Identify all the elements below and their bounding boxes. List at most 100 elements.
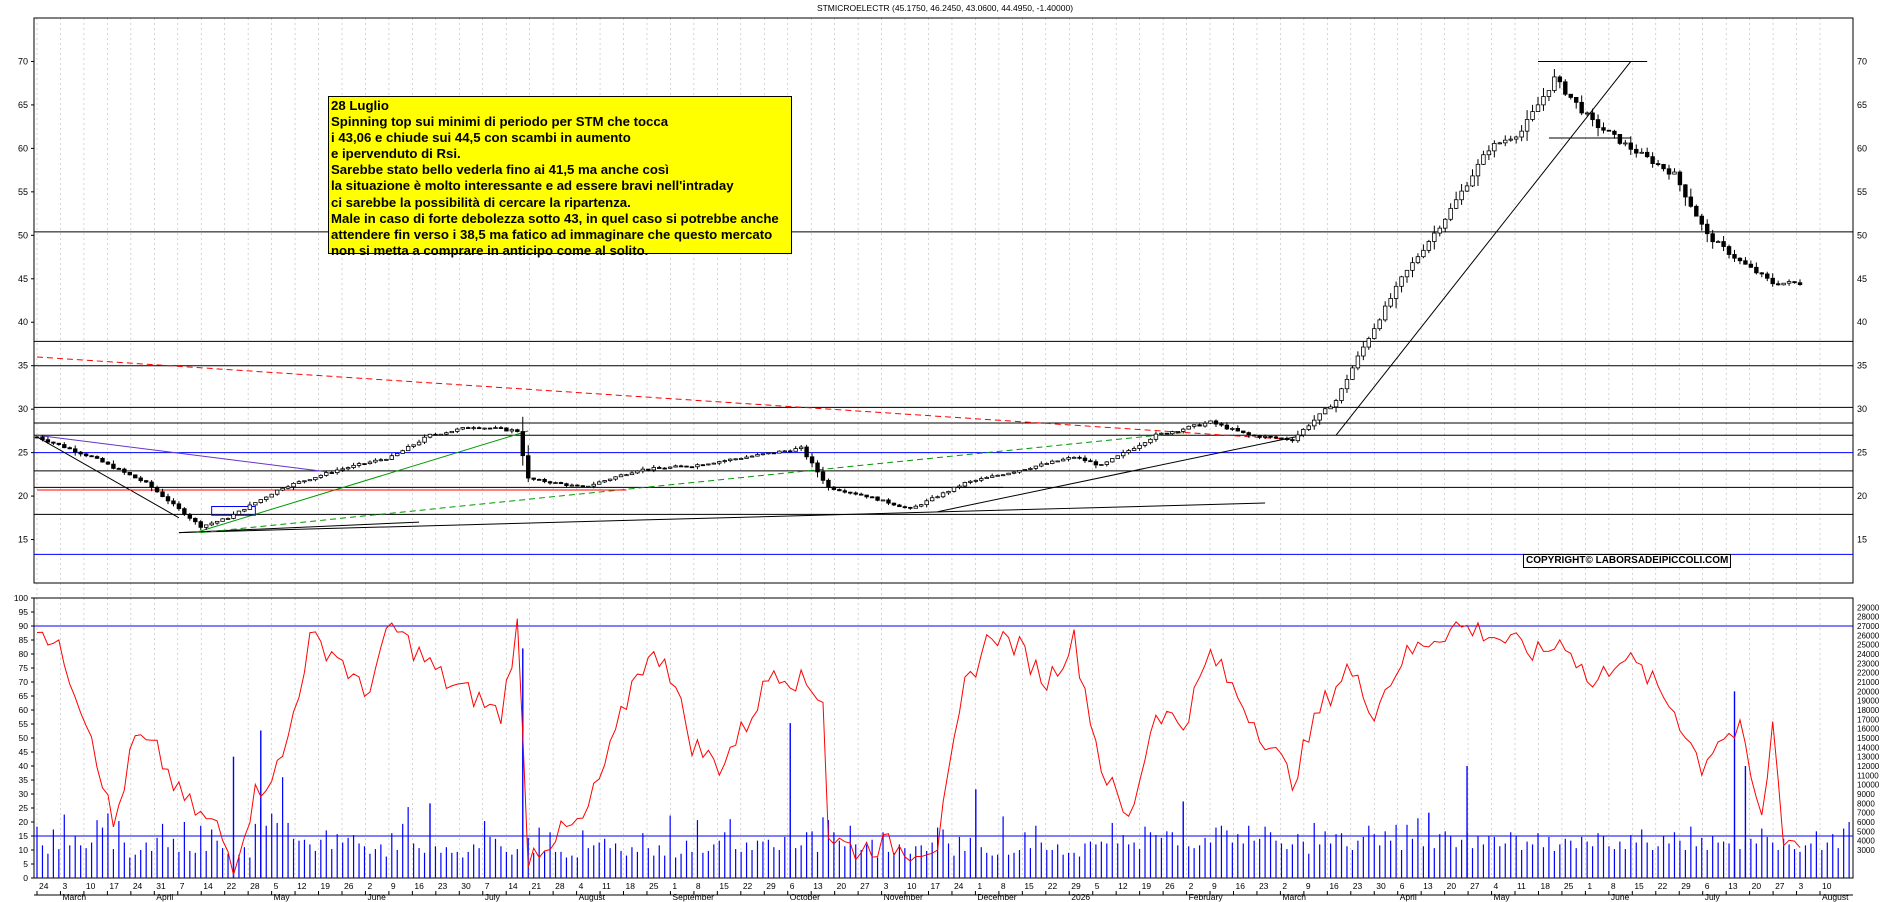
candle-body (1644, 151, 1650, 158)
candle-body (1055, 460, 1060, 463)
candle-body (1197, 424, 1202, 427)
trend-line (937, 434, 1304, 513)
date-tick-label: 10 (1822, 881, 1832, 891)
candle-body (1737, 257, 1743, 262)
candle-body (433, 433, 438, 436)
candle-body (1011, 471, 1017, 474)
trend-line (195, 430, 529, 534)
candle-body (487, 427, 493, 430)
volume-tick-label: 18000 (1857, 706, 1880, 715)
note-line: 28 Luglio (331, 98, 389, 113)
date-tick-label: 12 (1118, 881, 1128, 891)
date-tick-label: 15 (719, 881, 729, 891)
volume-tick-label: 17000 (1857, 715, 1880, 724)
date-tick-label: 10 (907, 881, 917, 891)
candle-body (1726, 246, 1732, 255)
price-tick-label: 15 (18, 535, 28, 545)
volume-tick-label: 26000 (1857, 631, 1880, 640)
candle-body (1246, 432, 1251, 436)
volume-tick-label: 25000 (1857, 641, 1880, 650)
candle-body (176, 503, 182, 510)
volume-tick-label: 20000 (1857, 687, 1880, 696)
candle-body (209, 522, 214, 526)
month-label: 2026 (1071, 892, 1090, 902)
candle-body (1699, 215, 1704, 225)
candle-body (1186, 425, 1191, 430)
date-tick-label: 20 (1752, 881, 1762, 891)
candle-body (1623, 142, 1628, 145)
candle-body (640, 468, 646, 472)
candle-body (831, 486, 837, 490)
date-tick-label: 5 (1095, 881, 1100, 891)
candle-body (1721, 241, 1726, 247)
candle-body (460, 427, 465, 430)
candle-body (1475, 163, 1481, 177)
candle-body (411, 444, 416, 447)
candle-body (400, 450, 405, 454)
candle-body (1120, 452, 1126, 457)
candle-body (1022, 469, 1028, 471)
note-line: attendere fin verso i 38,5 ma fatico ad … (331, 226, 773, 242)
candle-body (258, 499, 263, 504)
candle-body (760, 453, 766, 456)
rsi-tick-label: 50 (19, 733, 29, 743)
candle-body (193, 517, 198, 523)
candle-body (749, 455, 755, 458)
volume-tick-label: 22000 (1857, 669, 1880, 678)
date-tick-label: 3 (62, 881, 67, 891)
candle-body (618, 474, 624, 478)
date-tick-label: 7 (180, 881, 185, 891)
candle-body (373, 459, 378, 463)
candle-body (886, 499, 891, 504)
rsi-tick-label: 95 (19, 607, 29, 617)
candle-body (465, 427, 471, 429)
candle-body (1710, 233, 1715, 243)
candle-body (744, 456, 749, 459)
volume-tick-label: 16000 (1857, 725, 1880, 734)
candle-body (940, 492, 946, 498)
candle-body (1071, 456, 1077, 459)
candle-body (536, 478, 542, 481)
candle-body (51, 441, 56, 444)
candle-body (1497, 142, 1502, 145)
date-tick-label: 11 (602, 881, 611, 891)
candle-body (706, 463, 711, 466)
candle-body (1295, 434, 1301, 442)
rsi-tick-label: 55 (19, 719, 29, 729)
date-tick-label: 16 (414, 881, 424, 891)
candle-body (711, 462, 717, 465)
candle-body (204, 524, 209, 528)
candle-body (362, 463, 367, 465)
candle-body (83, 453, 89, 457)
candle-body (809, 456, 815, 464)
price-tick-label: 55 (18, 187, 28, 197)
candle-body (482, 427, 487, 430)
price-tick-label: 45 (18, 274, 28, 284)
volume-tick-label: 19000 (1857, 697, 1880, 706)
candle-body (285, 486, 291, 489)
volume-tick-label: 3000 (1857, 846, 1875, 855)
candle-body (1126, 450, 1131, 453)
candle-body (1213, 420, 1219, 425)
volume-tick-label: 5000 (1857, 827, 1875, 836)
date-tick-label: 18 (626, 881, 636, 891)
rsi-tick-label: 90 (19, 621, 29, 631)
candle-body (700, 464, 706, 467)
rsi-tick-label: 30 (19, 789, 29, 799)
candle-body (1677, 171, 1683, 186)
date-tick-label: 6 (1705, 881, 1710, 891)
candle-body (1153, 433, 1159, 440)
volume-tick-label: 12000 (1857, 762, 1880, 771)
date-tick-label: 24 (39, 881, 49, 891)
date-tick-label: 28 (555, 881, 565, 891)
trend-line (200, 432, 1184, 534)
candle-body (973, 479, 979, 482)
price-tick-label: 20 (18, 491, 28, 501)
rsi-tick-label: 75 (19, 663, 29, 673)
candle-body (165, 496, 171, 502)
candle-body (1235, 428, 1241, 432)
trend-line (36, 356, 1293, 441)
candle-body (1661, 163, 1666, 170)
candle-body (1519, 130, 1524, 138)
candle-body (695, 464, 700, 468)
